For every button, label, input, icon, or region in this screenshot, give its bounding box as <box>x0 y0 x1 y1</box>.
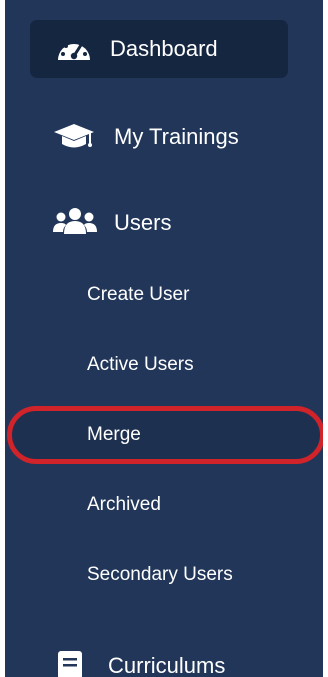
page-edge <box>323 0 328 677</box>
sidebar-item-curriculums[interactable]: Curriculums <box>108 653 225 677</box>
sidebar-subitem-merge[interactable]: Merge <box>87 424 141 446</box>
sidebar: Dashboard My Trainings Users Create User… <box>5 0 323 677</box>
sidebar-subitem-secondary-users[interactable]: Secondary Users <box>87 564 233 586</box>
sidebar-subitem-archived[interactable]: Archived <box>87 494 161 516</box>
sidebar-subitem-create-user[interactable]: Create User <box>87 284 189 306</box>
sidebar-item-users[interactable]: Users <box>114 210 171 236</box>
sidebar-item-my-trainings[interactable]: My Trainings <box>114 124 239 150</box>
users-icon <box>53 208 97 234</box>
merge-row[interactable] <box>11 410 321 460</box>
sidebar-item-label: Dashboard <box>110 36 218 61</box>
graduation-cap-icon <box>54 124 94 148</box>
tachometer-icon <box>58 40 90 60</box>
document-icon <box>58 651 82 677</box>
sidebar-subitem-active-users[interactable]: Active Users <box>87 354 194 376</box>
